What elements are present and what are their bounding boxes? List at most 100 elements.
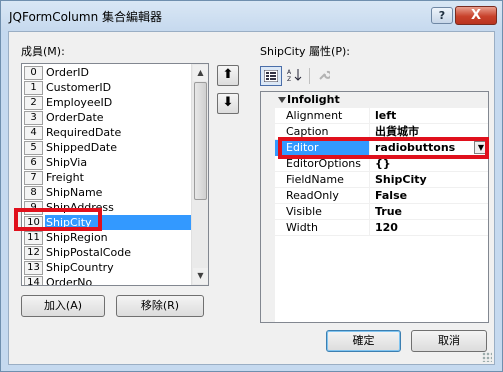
list-item[interactable]: 9 ShipAddress	[22, 200, 192, 215]
list-item-index: 10	[24, 216, 43, 230]
properties-label: ShipCity 屬性(P):	[260, 45, 350, 58]
property-value[interactable]: ShipCity	[371, 172, 488, 188]
list-item-index: 12	[24, 246, 43, 260]
list-item-index: 2	[24, 96, 43, 110]
category-row[interactable]: Infolight	[275, 92, 488, 108]
list-item[interactable]: 4 RequiredDate	[22, 125, 192, 140]
resize-grip[interactable]	[482, 352, 492, 362]
property-value[interactable]: 120	[371, 220, 488, 236]
title-bar[interactable]: JQFormColumn 集合編輯器 ? X	[1, 1, 502, 31]
property-row[interactable]: Visible True	[275, 204, 488, 220]
list-item-name: ShippedDate	[46, 141, 118, 154]
list-item-index: 9	[24, 201, 43, 215]
property-value[interactable]: left	[371, 108, 488, 124]
svg-text:A: A	[287, 69, 292, 76]
property-value[interactable]: 出貨城市	[371, 124, 488, 140]
property-name: FieldName	[275, 172, 370, 188]
help-button[interactable]: ?	[431, 7, 453, 24]
wrench-icon	[319, 70, 332, 80]
category-label: Infolight	[287, 93, 340, 106]
property-row[interactable]: Caption 出貨城市	[275, 124, 488, 140]
members-label: 成員(M):	[21, 45, 65, 58]
list-item-index: 11	[24, 231, 43, 245]
list-item-index: 4	[24, 126, 43, 140]
list-item[interactable]: 14 OrderNo	[22, 275, 192, 286]
remove-button[interactable]: 移除(R)	[116, 295, 204, 317]
list-item-index: 7	[24, 171, 43, 185]
list-item-name: Freight	[46, 171, 84, 184]
list-item-name: EmployeeID	[46, 96, 113, 109]
list-item-name: ShipVia	[46, 156, 88, 169]
categorized-button[interactable]	[260, 66, 282, 86]
toolbar-separator	[309, 68, 310, 84]
list-item-index: 13	[24, 261, 43, 275]
property-grid[interactable]: Infolight Alignment left Caption 出貨城市 Editor…	[260, 91, 489, 323]
list-item[interactable]: 13 ShipCountry	[22, 260, 192, 275]
property-row[interactable]: Alignment left	[275, 108, 488, 124]
list-item[interactable]: 3 OrderDate	[22, 110, 192, 125]
collapse-icon[interactable]	[278, 97, 286, 103]
window-title: JQFormColumn 集合編輯器	[9, 10, 162, 24]
property-row[interactable]: Editor radiobuttons ▼	[275, 140, 488, 156]
list-item-index: 1	[24, 81, 43, 95]
list-item[interactable]: 12 ShipPostalCode	[22, 245, 192, 260]
list-item-index: 6	[24, 156, 43, 170]
list-item[interactable]: 5 ShippedDate	[22, 140, 192, 155]
members-list[interactable]: 0 OrderID 1 CustomerID 2 EmployeeID 3 OrderDate…	[21, 63, 209, 286]
property-name: Width	[275, 220, 370, 236]
list-item[interactable]: 10 ShipCity	[22, 215, 192, 230]
list-item-name: OrderNo	[46, 276, 93, 286]
alphabetical-button[interactable]: A Z	[284, 66, 306, 86]
cancel-button[interactable]: 取消	[411, 330, 487, 352]
add-button[interactable]: 加入(A)	[21, 295, 105, 317]
close-button[interactable]: X	[455, 6, 497, 25]
list-item[interactable]: 6 ShipVia	[22, 155, 192, 170]
property-value[interactable]: True	[371, 204, 488, 220]
scroll-down-icon[interactable]: ▼	[193, 268, 208, 284]
svg-text:Z: Z	[287, 76, 291, 82]
move-up-button[interactable]: ⬆	[217, 65, 239, 86]
list-item[interactable]: 7 Freight	[22, 170, 192, 185]
list-item[interactable]: 0 OrderID	[22, 65, 192, 80]
dropdown-arrow-icon[interactable]: ▼	[474, 141, 488, 154]
property-row[interactable]: ReadOnly False	[275, 188, 488, 204]
property-row[interactable]: EditorOptions{}	[275, 156, 488, 172]
property-name: Editor	[275, 140, 370, 156]
property-row[interactable]: Width 120	[275, 220, 488, 236]
list-item-index: 0	[24, 66, 43, 80]
scroll-up-icon[interactable]: ▲	[193, 65, 208, 81]
list-item-name: OrderDate	[46, 111, 104, 124]
list-item[interactable]: 8 ShipName	[22, 185, 192, 200]
list-item-name: ShipCountry	[46, 261, 114, 274]
arrow-down-icon: ⬇	[222, 95, 234, 110]
list-item-index: 3	[24, 111, 43, 125]
list-item[interactable]: 1 CustomerID	[22, 80, 192, 95]
list-item-index: 5	[24, 141, 43, 155]
list-item-index: 14	[24, 276, 43, 285]
list-item[interactable]: 2 EmployeeID	[22, 95, 192, 110]
list-item-name: ShipAddress	[46, 201, 114, 214]
ok-button[interactable]: 確定	[326, 330, 401, 352]
property-name: ReadOnly	[275, 188, 370, 204]
list-item[interactable]: 11 ShipRegion	[22, 230, 192, 245]
property-value[interactable]: {}	[371, 156, 488, 172]
property-value[interactable]: False	[371, 188, 488, 204]
property-name: Alignment	[275, 108, 370, 124]
property-pages-button[interactable]	[313, 66, 335, 86]
move-down-button[interactable]: ⬇	[217, 93, 239, 114]
list-item-name: OrderID	[46, 66, 89, 79]
scrollbar-thumb[interactable]	[194, 82, 207, 200]
list-item-name: ShipPostalCode	[46, 246, 131, 259]
list-item-name: CustomerID	[46, 81, 112, 94]
members-scrollbar[interactable]: ▲ ▼	[191, 64, 208, 285]
dialog-client-area: 成員(M): 0 OrderID 1 CustomerID 2 EmployeeID 3 Or…	[8, 31, 495, 365]
property-row[interactable]: FieldName ShipCity	[275, 172, 488, 188]
property-name: EditorOptions	[275, 156, 370, 172]
list-item-name: RequiredDate	[46, 126, 122, 139]
categorized-view-icon	[263, 69, 279, 83]
property-name: Visible	[275, 204, 370, 220]
arrow-up-icon: ⬆	[222, 67, 234, 82]
alphabetical-sort-icon: A Z	[287, 69, 302, 83]
property-value[interactable]: radiobuttons	[371, 140, 488, 156]
property-grid-margin	[261, 92, 275, 322]
